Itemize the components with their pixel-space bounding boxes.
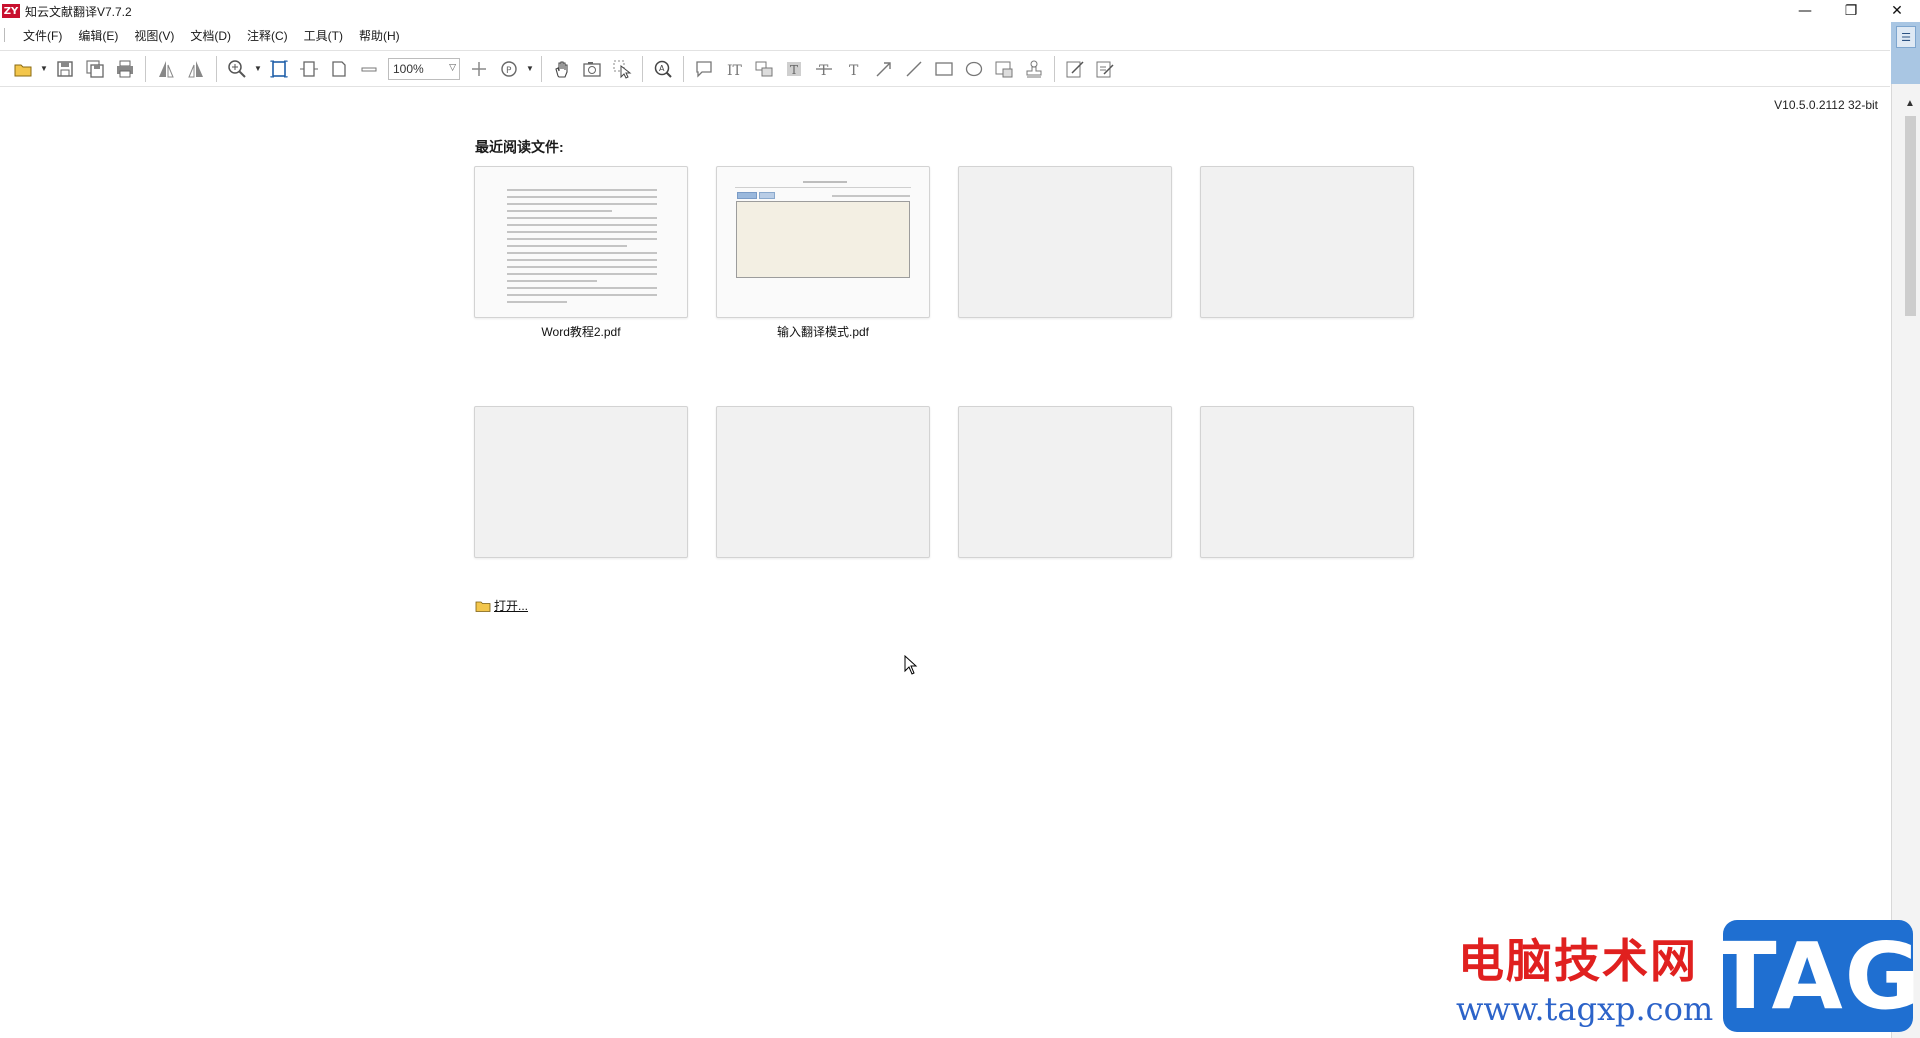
recent-file-slot-empty [716, 406, 930, 558]
zoom-in-icon[interactable] [222, 55, 252, 83]
preview-rule [735, 187, 911, 188]
preview-meta [832, 195, 910, 197]
recent-file-slot-empty [474, 406, 688, 558]
watermark-text: 电脑技术网 [1458, 934, 1698, 988]
preview-tab [759, 192, 775, 199]
toolbar-separator [541, 55, 542, 82]
svg-text:T: T [790, 63, 798, 77]
zoom-out-icon[interactable] [354, 55, 384, 83]
zoom-level-select[interactable]: 100% ▽ [388, 57, 460, 80]
open-file-label[interactable]: 打开... [494, 597, 528, 614]
rotate-left-icon[interactable] [151, 55, 181, 83]
fit-width-icon[interactable] [294, 55, 324, 83]
document-preview [507, 189, 657, 308]
svg-text:IT: IT [727, 63, 743, 79]
preview-header [803, 181, 847, 183]
actual-size-icon[interactable] [324, 55, 354, 83]
svg-text:A: A [659, 64, 665, 73]
svg-text:T: T [849, 63, 859, 79]
recent-files-heading: 最近阅读文件: [475, 139, 564, 155]
recent-file-name[interactable]: Word教程2.pdf [474, 323, 688, 340]
recent-file-name[interactable]: 输入翻译模式.pdf [716, 323, 930, 340]
typewriter-icon[interactable]: T [839, 55, 869, 83]
save-icon[interactable] [50, 55, 80, 83]
menu-bar: 文件(F) 编辑(E) 视图(V) 文档(D) 注释(C) 工具(T) 帮助(H… [0, 24, 408, 46]
menu-annotation[interactable]: 注释(C) [239, 27, 296, 44]
translate-icon[interactable] [749, 55, 779, 83]
folder-icon [475, 601, 491, 612]
select-tool-icon[interactable] [607, 55, 637, 83]
menu-tools[interactable]: 工具(T) [296, 27, 351, 44]
svg-text:T: T [819, 63, 829, 79]
preview-tab [737, 192, 757, 199]
recent-file-slot-empty [1200, 166, 1414, 318]
close-button[interactable]: ✕ [1874, 0, 1920, 22]
toolbar-separator [216, 55, 217, 82]
vertical-scrollbar[interactable]: ▲ [1900, 88, 1920, 1038]
page-dropdown-chevron-icon[interactable]: ▼ [524, 55, 536, 83]
preview-panel [736, 201, 910, 278]
toolbar-separator [145, 55, 146, 82]
window-controls: — ❐ ✕ [1782, 0, 1920, 22]
scroll-thumb[interactable] [1905, 116, 1916, 316]
recent-file-thumbnail[interactable] [474, 166, 688, 318]
text-select-icon[interactable]: IT [719, 55, 749, 83]
toolbar: ▼ ▼ 100% ▽ P ▼ A IT T T T [0, 50, 1890, 87]
edit-note-icon[interactable] [1060, 55, 1090, 83]
scroll-up-arrow-icon[interactable]: ▲ [1900, 96, 1920, 110]
app-logo-icon: ZY [2, 4, 20, 18]
print-icon[interactable] [110, 55, 140, 83]
menu-help[interactable]: 帮助(H) [351, 27, 408, 44]
side-panel-toggle-icon[interactable]: ☰ [1896, 26, 1916, 48]
toolbar-separator [642, 55, 643, 82]
highlight-icon[interactable]: T [779, 55, 809, 83]
recent-file-slot-empty [958, 406, 1172, 558]
rotate-right-icon[interactable] [181, 55, 211, 83]
edit-doc-icon[interactable] [1090, 55, 1120, 83]
page-navigation-icon[interactable]: P [494, 55, 524, 83]
watermark-url: www.tagxp.com [1456, 990, 1714, 1028]
line-icon[interactable] [899, 55, 929, 83]
minimize-button[interactable]: — [1782, 0, 1828, 22]
open-dropdown-chevron-icon[interactable]: ▼ [38, 55, 50, 83]
menu-file[interactable]: 文件(F) [15, 27, 70, 44]
recent-file-slot-empty [1200, 406, 1414, 558]
zoom-dropdown-chevron-icon[interactable]: ▼ [252, 55, 264, 83]
window-title: 知云文献翻译V7.7.2 [25, 4, 132, 19]
hand-tool-icon[interactable] [547, 55, 577, 83]
zoom-level-value: 100% [393, 61, 424, 76]
mouse-cursor-icon [904, 655, 918, 675]
title-bar: ZY 知云文献翻译V7.7.2 — ❐ ✕ [0, 0, 1920, 22]
image-annotation-icon[interactable] [989, 55, 1019, 83]
rectangle-icon[interactable] [929, 55, 959, 83]
open-file-link[interactable]: 打开... [475, 597, 528, 614]
stamp-icon[interactable] [1019, 55, 1049, 83]
recent-file-thumbnail[interactable] [716, 166, 930, 318]
search-icon[interactable]: A [648, 55, 678, 83]
restore-button[interactable]: ❐ [1828, 0, 1874, 22]
strikethrough-icon[interactable]: T [809, 55, 839, 83]
zoom-plus-icon[interactable] [464, 55, 494, 83]
menu-grip [4, 28, 5, 42]
chevron-down-icon: ▽ [449, 61, 456, 72]
save-all-icon[interactable] [80, 55, 110, 83]
arrow-icon[interactable] [869, 55, 899, 83]
svg-text:P: P [506, 66, 512, 76]
watermark-badge: TAG [1714, 920, 1920, 1032]
toolbar-separator [1054, 55, 1055, 82]
toolbar-separator [683, 55, 684, 82]
recent-file-slot-empty [958, 166, 1172, 318]
comment-icon[interactable] [689, 55, 719, 83]
snapshot-icon[interactable] [577, 55, 607, 83]
version-label: V10.5.0.2112 32-bit [1774, 98, 1878, 112]
menu-document[interactable]: 文档(D) [182, 27, 239, 44]
menu-edit[interactable]: 编辑(E) [70, 27, 126, 44]
fit-page-icon[interactable] [264, 55, 294, 83]
open-folder-icon[interactable] [8, 55, 38, 83]
ellipse-icon[interactable] [959, 55, 989, 83]
menu-view[interactable]: 视图(V) [126, 27, 182, 44]
